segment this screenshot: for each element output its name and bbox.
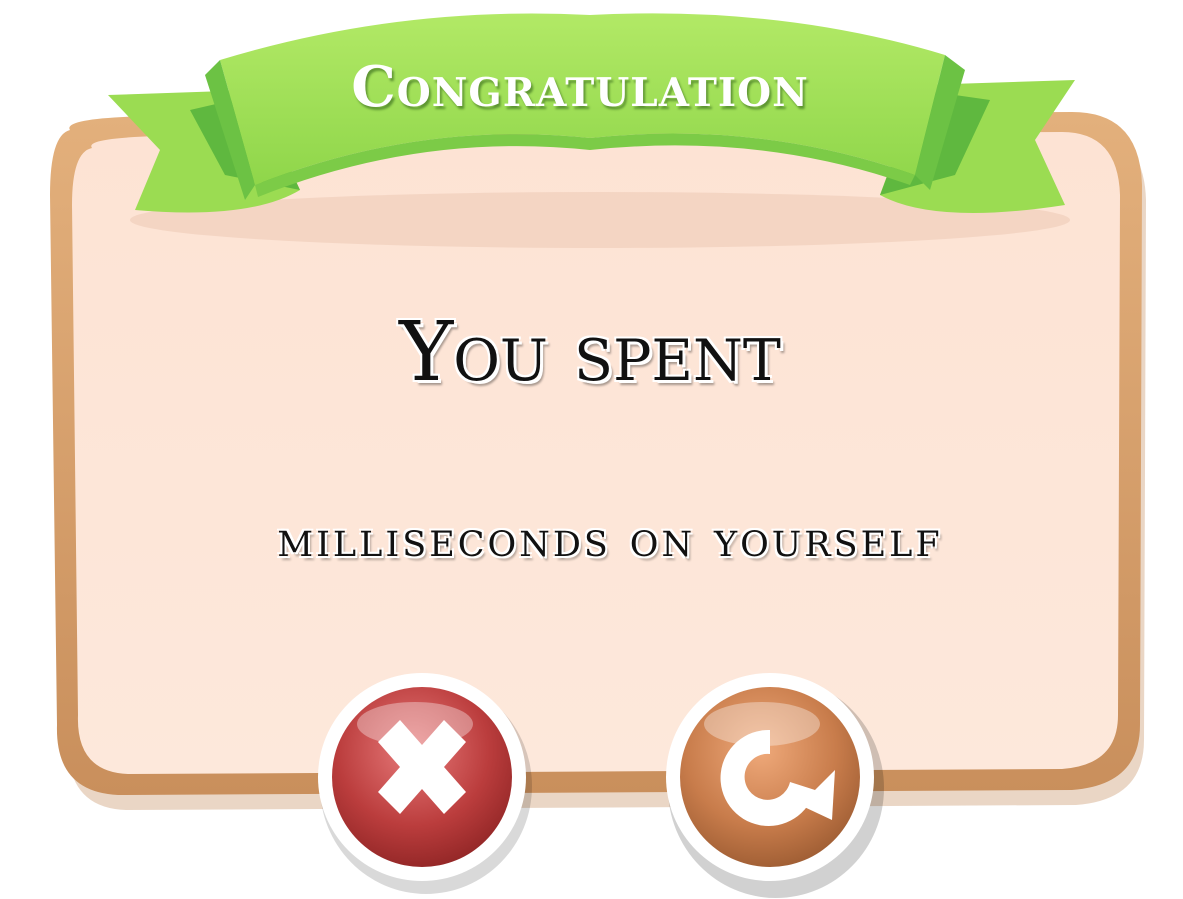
restart-button[interactable] [666,672,876,882]
popup-art [50,13,1146,898]
close-button[interactable] [318,672,528,882]
congratulation-popup: Congratulation You spent milliseconds on… [0,0,1183,899]
